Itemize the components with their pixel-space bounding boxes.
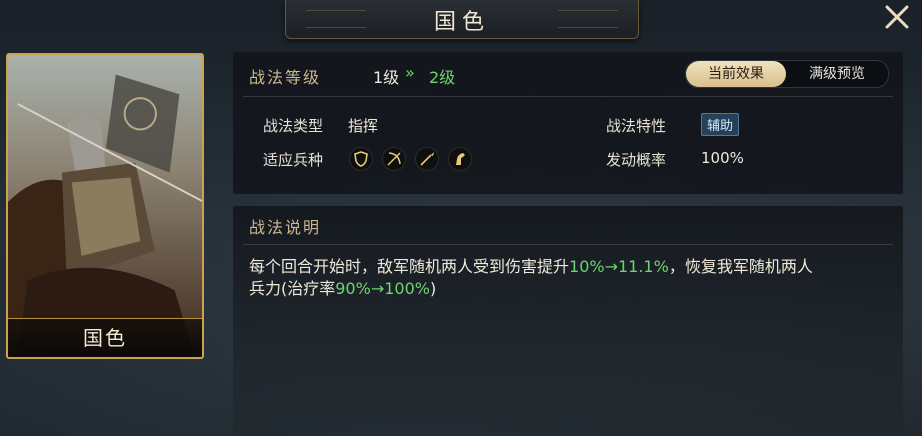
- horse-icon: [448, 147, 472, 171]
- skill-type-label: 战法类型: [263, 117, 324, 135]
- card-name-bar: 国色: [8, 318, 202, 357]
- divider: [243, 244, 893, 245]
- description-part: 每个回合开始时，敌军随机两人受到伤害提升: [249, 257, 570, 276]
- general-portrait: [8, 55, 202, 355]
- damage-increase-value: 10%→11.1%: [569, 257, 669, 276]
- skill-card: 国色: [6, 53, 204, 359]
- level-arrow-icon: »: [405, 63, 415, 82]
- description-part: 兵力(治疗率: [249, 279, 336, 298]
- trigger-rate-label: 发动概率: [606, 151, 667, 169]
- shield-icon: [349, 147, 373, 171]
- level-current: 1级: [373, 68, 400, 87]
- effect-tabs: 当前效果 满级预览: [685, 60, 889, 88]
- skill-trait-badge: 辅助: [701, 113, 740, 136]
- card-name: 国色: [83, 326, 127, 350]
- skill-trait-label: 战法特性: [606, 117, 667, 135]
- tab-max-preview[interactable]: 满级预览: [786, 61, 888, 87]
- page-title: 国色: [433, 10, 490, 35]
- close-icon: [885, 5, 909, 29]
- close-button[interactable]: [882, 2, 912, 32]
- skill-type-value: 指挥: [348, 117, 379, 135]
- spear-icon: [415, 147, 439, 171]
- description-title: 战法说明: [249, 218, 322, 237]
- troop-type-label: 适应兵种: [263, 151, 324, 169]
- skill-description-panel: 战法说明 每个回合开始时，敌军随机两人受到伤害提升10%→11.1%，恢复我军随…: [233, 206, 903, 436]
- bow-icon: [382, 147, 406, 171]
- skill-info-panel: 战法等级 1级 » 2级 当前效果 满级预览 战法类型 指挥 战法特性 辅助 适…: [233, 52, 903, 194]
- description-text: 每个回合开始时，敌军随机两人受到伤害提升10%→11.1%，恢复我军随机两人 兵…: [249, 256, 879, 300]
- trigger-rate-value: 100%: [701, 149, 744, 167]
- level-next: 2级: [429, 68, 456, 87]
- description-part: ): [429, 279, 437, 298]
- divider: [243, 96, 893, 97]
- description-part: ，恢复我军随机两人: [668, 257, 813, 276]
- heal-rate-value: 90%→100%: [335, 279, 430, 298]
- title-plate: 国色: [285, 0, 639, 39]
- level-label: 战法等级: [249, 68, 322, 87]
- tab-current-effect[interactable]: 当前效果: [686, 61, 786, 87]
